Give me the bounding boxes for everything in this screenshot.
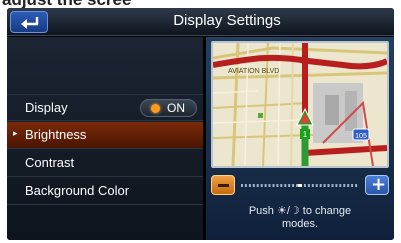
display-settings-screen: Display Settings Display ON ▸ Brightness…: [7, 8, 394, 240]
slider-tick: [319, 184, 322, 187]
settings-menu: Display ON ▸ Brightness Contrast Backgro…: [7, 37, 203, 240]
slider-tick: [335, 184, 338, 187]
toggle-indicator-icon: [151, 104, 160, 113]
slider-tick: [339, 184, 342, 187]
slider-tick: [280, 184, 283, 187]
slider-tick: [323, 184, 326, 187]
slider-tick: [248, 184, 251, 187]
slider-tick: [343, 184, 346, 187]
slider-thumb[interactable]: [298, 184, 302, 187]
slider-tick: [260, 184, 263, 187]
map-street-label: AVIATION BLVD: [228, 68, 279, 75]
return-arrow-icon: [21, 17, 39, 29]
slider-tick: [284, 184, 287, 187]
route-shield: 105: [355, 133, 367, 140]
slider-tick: [296, 184, 299, 187]
slider-tick: [327, 184, 330, 187]
slider-tick: [303, 184, 306, 187]
slider-tick: [276, 184, 279, 187]
menu-item-contrast-label: Contrast: [25, 155, 75, 170]
slider-tick: [256, 184, 259, 187]
svg-text:1: 1: [303, 130, 308, 139]
mode-hint: Push ☀/☽ to change modes.: [211, 205, 389, 231]
caption-fragment-text: adjust the scree: [2, 0, 131, 8]
slider-tick: [252, 184, 255, 187]
mode-hint-line-1: Push ☀/☽ to change: [248, 205, 352, 217]
slider-tick: [292, 184, 295, 187]
menu-item-background-color-label: Background Color: [25, 183, 130, 198]
menu-item-contrast[interactable]: Contrast: [7, 150, 203, 177]
display-toggle[interactable]: ON: [140, 99, 197, 117]
brightness-slider: +: [211, 174, 389, 198]
slider-tick: [331, 184, 334, 187]
menu-item-brightness[interactable]: ▸ Brightness: [7, 122, 203, 149]
plus-icon: +: [371, 174, 387, 195]
menu-item-display[interactable]: Display ON: [7, 94, 203, 121]
slider-tick: [268, 184, 271, 187]
slider-tick: [311, 184, 314, 187]
slider-tick: [347, 184, 350, 187]
preview-panel: 1 105 AVIATION BLVD + Push ☀/☽ to change…: [206, 37, 394, 240]
display-toggle-state: ON: [167, 101, 185, 115]
slider-tick: [244, 184, 247, 187]
mode-hint-line-2: modes.: [281, 218, 319, 230]
back-button[interactable]: [10, 11, 48, 33]
minus-button[interactable]: [211, 175, 235, 195]
selection-marker-icon: ▸: [13, 129, 18, 139]
slider-tick: [307, 184, 310, 187]
menu-item-background-color[interactable]: Background Color: [7, 178, 203, 205]
slider-tick: [351, 184, 354, 187]
slider-track[interactable]: [241, 184, 359, 187]
slider-tick: [355, 184, 358, 187]
map-image: 1 105 AVIATION BLVD: [213, 43, 387, 166]
slider-tick: [272, 184, 275, 187]
menu-item-brightness-label: Brightness: [25, 127, 87, 142]
header-bar: Display Settings: [7, 8, 394, 36]
menu-item-display-label: Display: [25, 100, 68, 115]
slider-tick: [315, 184, 318, 187]
page-title: Display Settings: [173, 12, 281, 29]
slider-tick: [264, 184, 267, 187]
slider-tick: [241, 184, 243, 187]
slider-tick: [288, 184, 291, 187]
map-preview: 1 105 AVIATION BLVD: [211, 41, 389, 168]
plus-button[interactable]: +: [365, 174, 389, 195]
caption-fragment: adjust the scree: [0, 0, 401, 8]
